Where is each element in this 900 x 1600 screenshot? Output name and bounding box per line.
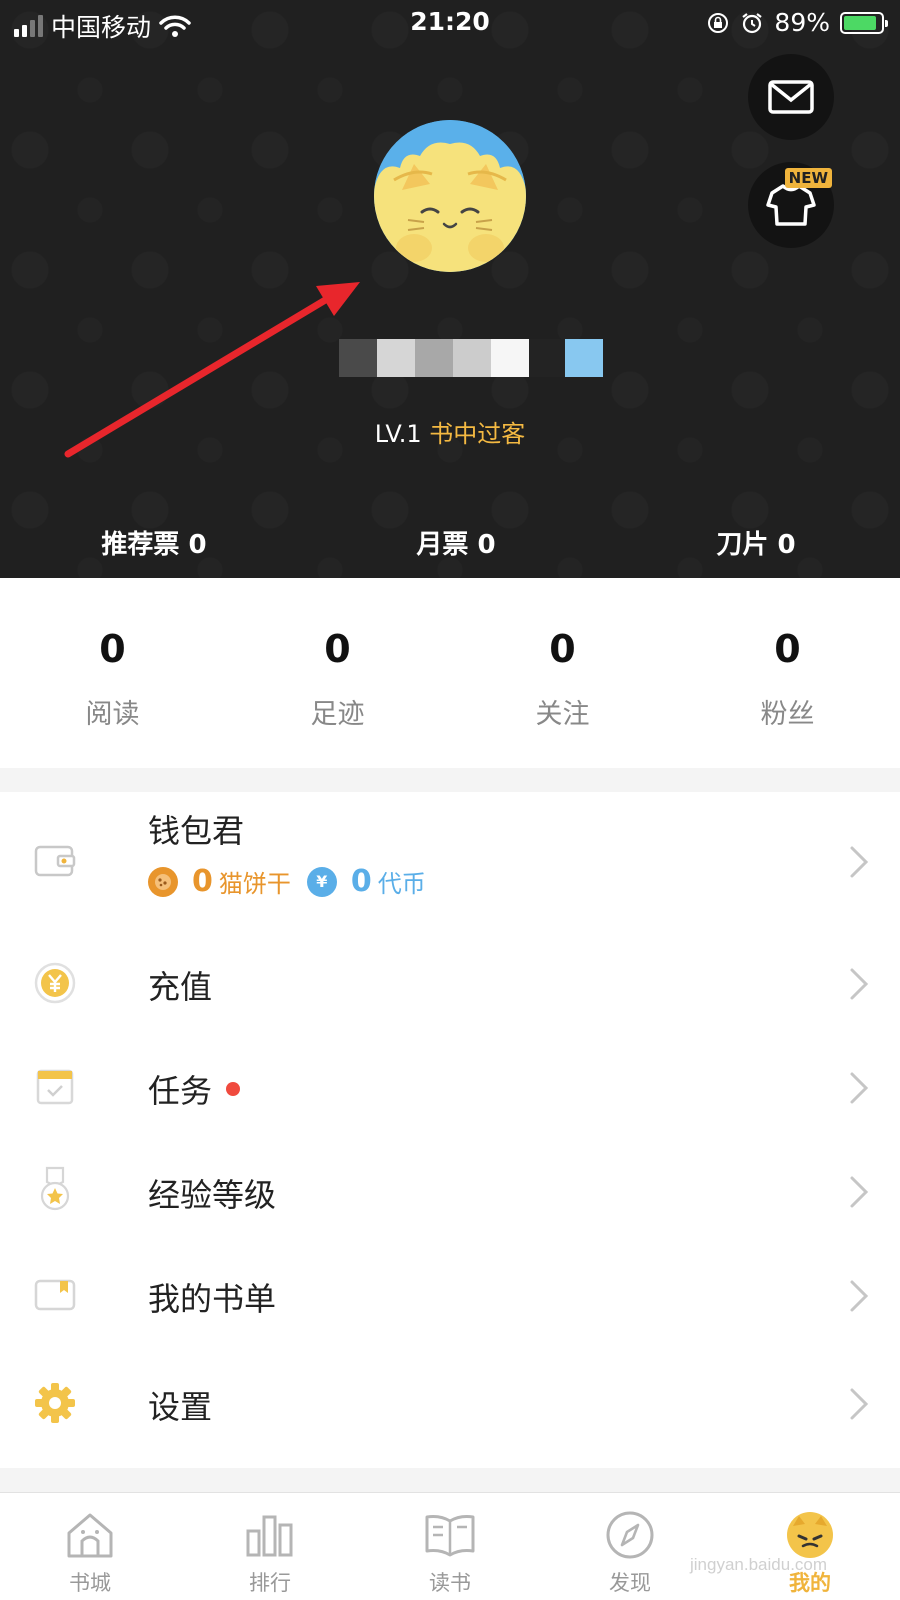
tab-reading-label: 读书: [429, 1571, 471, 1595]
tab-reading[interactable]: 读书: [360, 1509, 540, 1597]
cat-avatar-icon: [374, 120, 526, 272]
monthly-ticket-value: 0: [477, 530, 496, 560]
recommend-ticket-label: 推荐票: [101, 530, 180, 560]
ticket-row: 推荐票 0 月票 0 刀片 0: [0, 524, 900, 564]
blade-ticket-value: 0: [777, 530, 796, 560]
menu-item-booklist[interactable]: 我的书单: [0, 1244, 900, 1348]
menu-item-wallet[interactable]: 钱包君 0 猫饼干 ¥ 0 代币: [0, 792, 900, 932]
token-label: 代币: [377, 870, 426, 898]
tab-bookstore[interactable]: 书城: [0, 1509, 180, 1597]
recommend-ticket-value: 0: [188, 530, 207, 560]
ranking-icon: [180, 1509, 360, 1561]
wallet-label: 钱包君: [148, 812, 245, 850]
new-badge: NEW: [784, 168, 832, 188]
menu-item-tasks[interactable]: 任务: [0, 1036, 900, 1140]
chevron-right-icon: [850, 1280, 869, 1312]
chevron-right-icon: [850, 1388, 869, 1420]
stat-footprint[interactable]: 0 足迹: [225, 630, 450, 731]
stat-following-label: 关注: [535, 699, 590, 730]
profile-header: 中国移动 21:20 89% NEW LV.1 书中过客 推荐票 0 月票 0 …: [0, 0, 900, 578]
stat-following-value: 0: [549, 627, 576, 671]
menu-item-experience-level[interactable]: 经验等级: [0, 1140, 900, 1244]
menu-item-recharge[interactable]: 充值: [0, 932, 900, 1036]
open-book-icon: [360, 1509, 540, 1561]
chevron-right-icon: [850, 846, 869, 878]
booklist-icon: [34, 1274, 76, 1316]
recharge-label: 充值: [148, 968, 213, 1006]
bookstore-icon: [0, 1509, 180, 1561]
dress-up-button[interactable]: NEW: [748, 162, 834, 248]
cookie-amount: 0: [192, 864, 213, 899]
token-amount: 0: [350, 864, 372, 899]
username-pixelated: [339, 339, 603, 377]
settings-label: 设置: [148, 1388, 213, 1426]
stat-footprint-label: 足迹: [310, 699, 365, 730]
level-number: LV.1: [374, 420, 422, 448]
menu-item-settings[interactable]: 设置: [0, 1348, 900, 1460]
gear-icon: [34, 1382, 76, 1424]
user-avatar[interactable]: [374, 120, 526, 272]
tab-bookstore-label: 书城: [69, 1571, 111, 1595]
menu-list: 钱包君 0 猫饼干 ¥ 0 代币 充值 任务 经验等级 我的书单 设置: [0, 792, 900, 1468]
bottom-tab-bar: 书城 排行 读书 发现 我的 jingyan.baidu.com: [0, 1492, 900, 1600]
monthly-ticket[interactable]: 月票 0: [306, 524, 606, 561]
blade-ticket-label: 刀片: [716, 530, 769, 560]
recommend-ticket[interactable]: 推荐票 0: [4, 524, 304, 561]
stats-row: 0 阅读 0 足迹 0 关注 0 粉丝: [0, 578, 900, 768]
cat-cookie-icon: [148, 866, 178, 897]
monthly-ticket-label: 月票: [416, 530, 469, 560]
stat-reading-label: 阅读: [85, 699, 140, 730]
yuan-coin-icon: [34, 962, 76, 1004]
stat-fans-value: 0: [774, 627, 801, 671]
level-title: 书中过客: [429, 420, 526, 448]
tab-discover[interactable]: 发现: [540, 1509, 720, 1597]
cat-avatar-icon: [720, 1509, 900, 1561]
token-coin-icon: ¥: [306, 866, 337, 897]
medal-icon: [34, 1164, 76, 1214]
wallet-balances: 0 猫饼干 ¥ 0 代币: [148, 864, 426, 899]
stat-following[interactable]: 0 关注: [450, 630, 675, 731]
tab-mine[interactable]: 我的: [720, 1509, 900, 1597]
tasks-label-row: 任务: [148, 1066, 241, 1112]
blade-ticket[interactable]: 刀片 0: [606, 524, 900, 561]
messages-button[interactable]: [748, 54, 834, 140]
shirt-icon: [766, 184, 816, 226]
booklist-label: 我的书单: [148, 1280, 277, 1318]
user-level[interactable]: LV.1 书中过客: [0, 414, 900, 449]
cookie-label: 猫饼干: [218, 870, 291, 898]
notification-dot: [226, 1082, 241, 1096]
stat-fans[interactable]: 0 粉丝: [675, 630, 900, 731]
tasks-label: 任务: [148, 1072, 213, 1110]
compass-icon: [540, 1509, 720, 1561]
stat-fans-label: 粉丝: [760, 699, 815, 730]
tab-ranking-label: 排行: [249, 1571, 291, 1595]
stat-footprint-value: 0: [324, 627, 351, 671]
watermark: jingyan.baidu.com: [690, 1555, 828, 1574]
stat-reading-value: 0: [99, 627, 126, 671]
chevron-right-icon: [850, 1072, 869, 1104]
chevron-right-icon: [850, 1176, 869, 1208]
tab-ranking[interactable]: 排行: [180, 1509, 360, 1597]
chevron-right-icon: [850, 968, 869, 1000]
stat-reading[interactable]: 0 阅读: [0, 630, 225, 731]
calendar-check-icon: [34, 1066, 76, 1108]
experience-level-label: 经验等级: [148, 1176, 277, 1214]
wallet-icon: [34, 840, 76, 882]
mail-icon: [768, 80, 814, 114]
